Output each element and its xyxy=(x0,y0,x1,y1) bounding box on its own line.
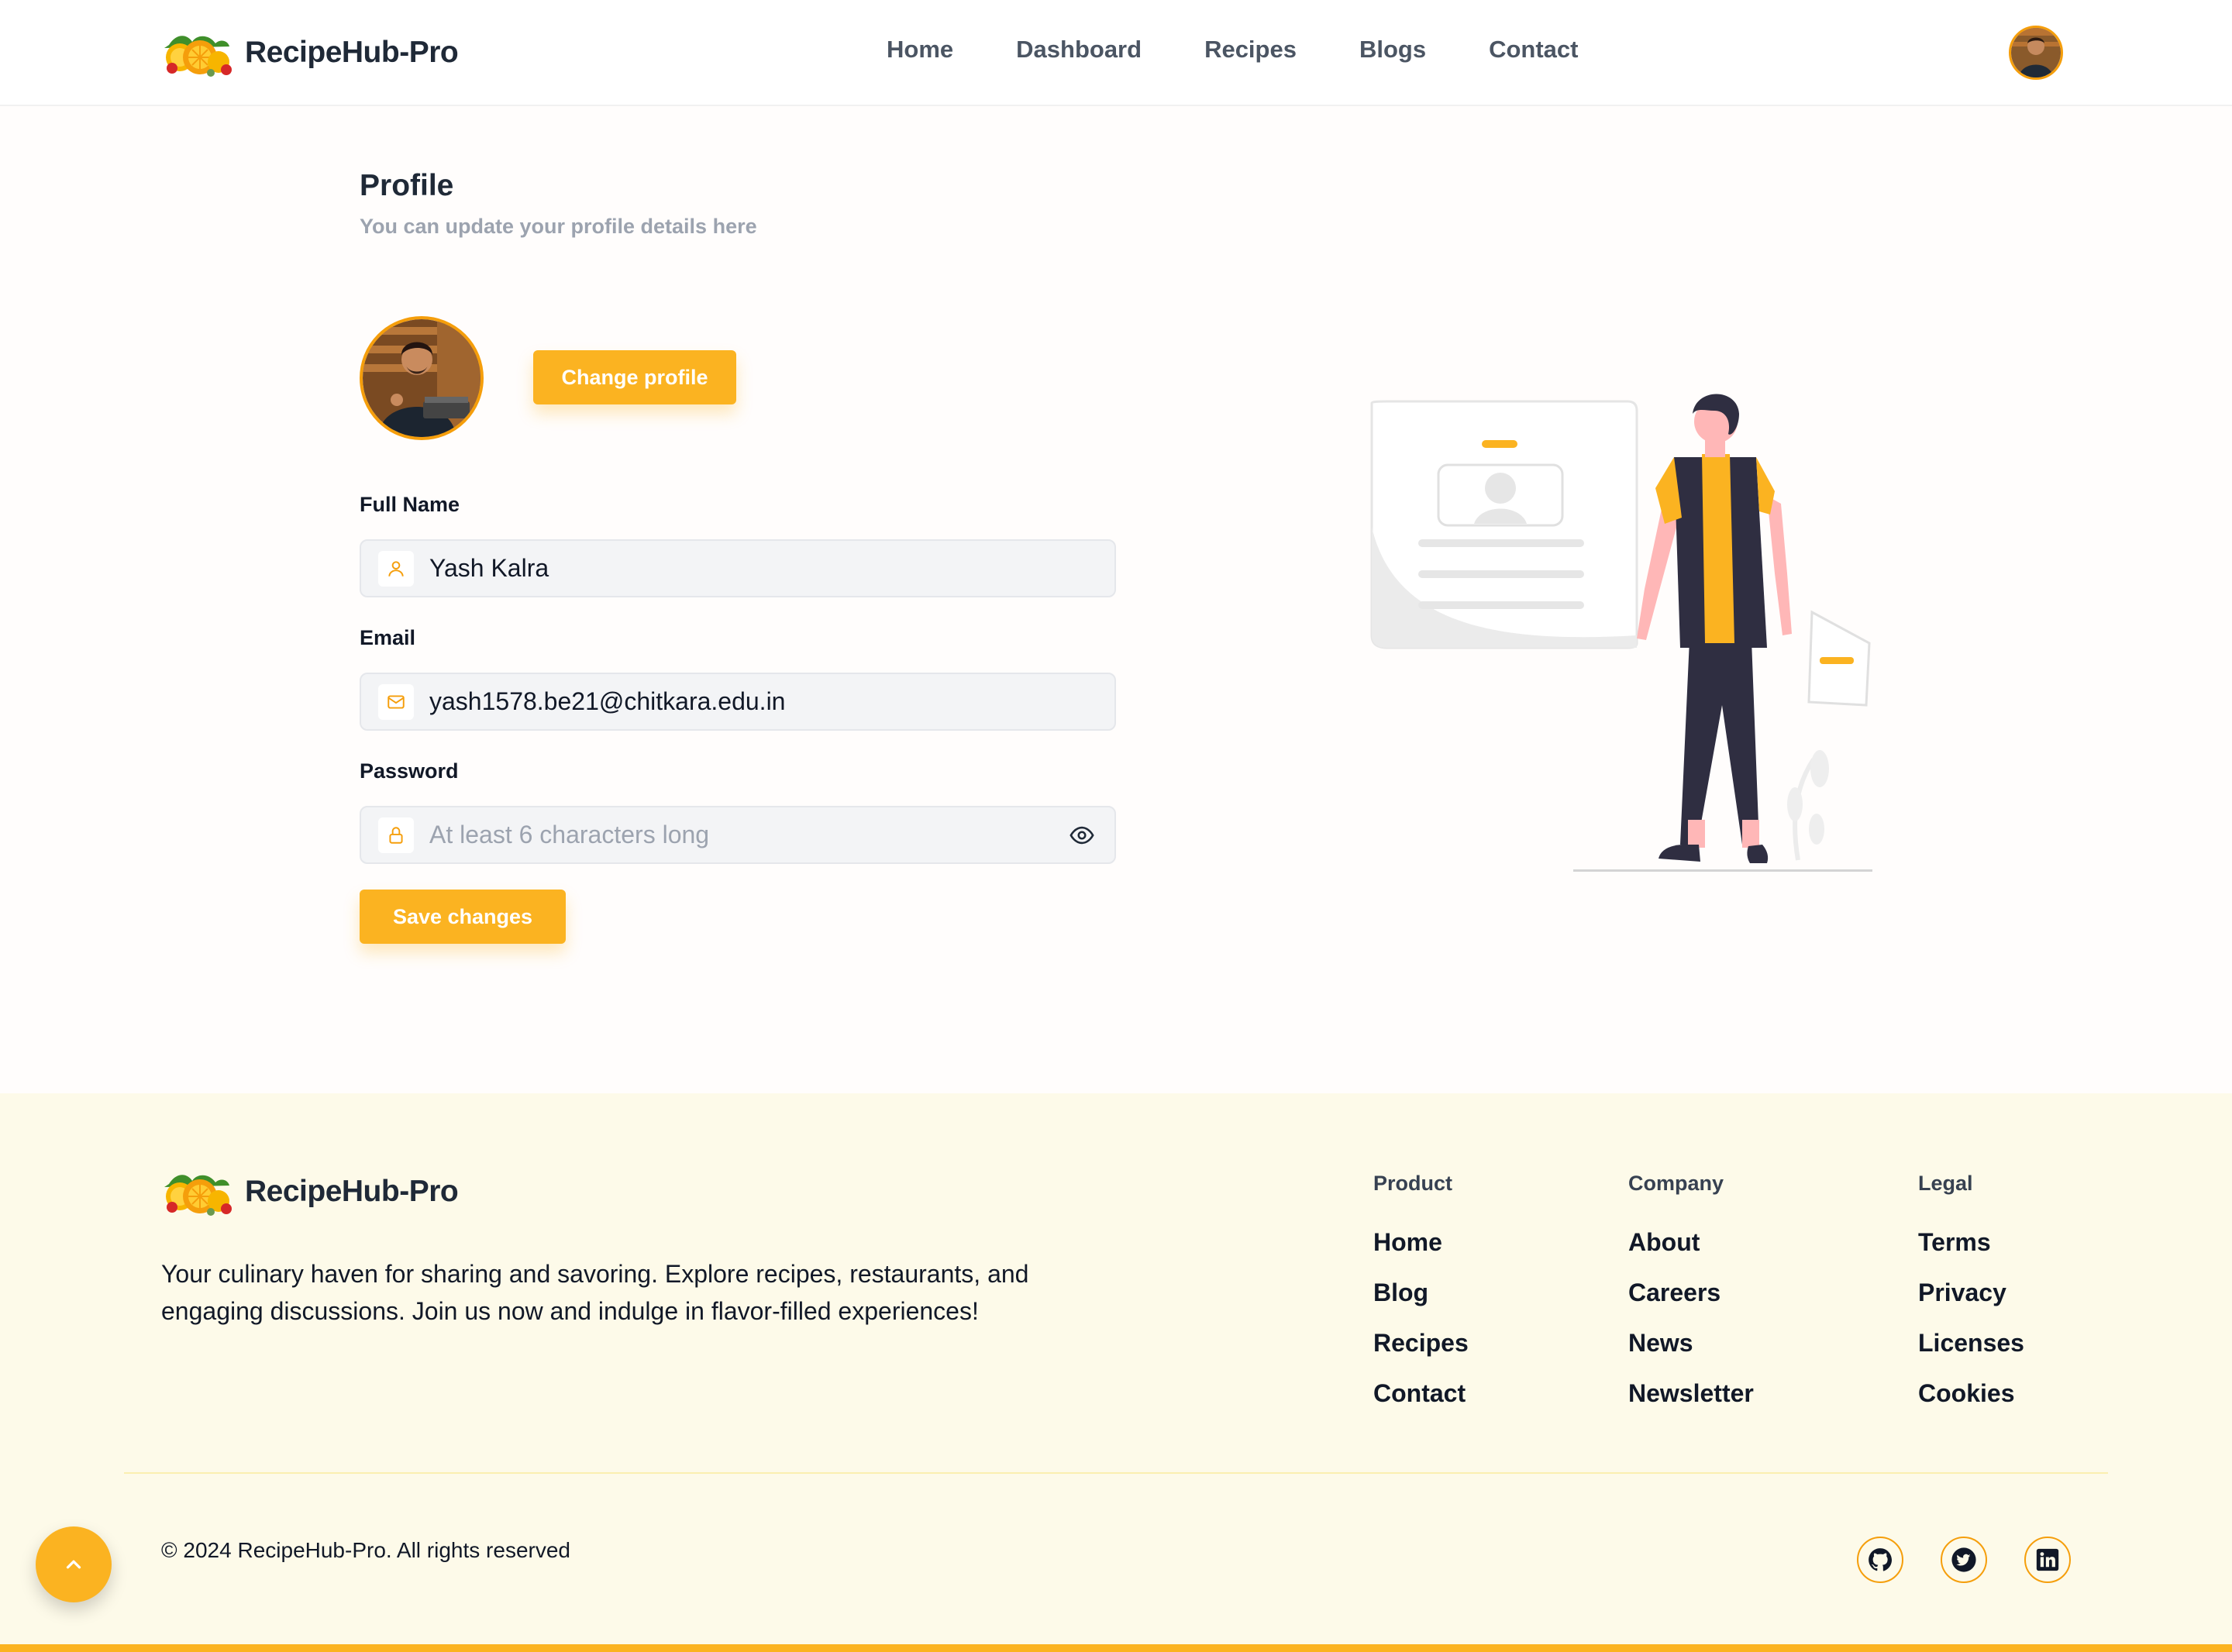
site-header: RecipeHub-Pro Home Dashboard Recipes Blo… xyxy=(0,0,2232,106)
scroll-to-top-button[interactable] xyxy=(36,1526,112,1602)
full-name-input[interactable] xyxy=(429,554,1114,583)
footer-column-title: Company xyxy=(1628,1172,1724,1195)
footer-column-product: Product Home Blog Recipes Contact xyxy=(1373,1172,1469,1430)
page-subtitle: You can update your profile details here xyxy=(360,215,757,238)
fruit-logo-icon xyxy=(164,36,232,77)
email-label: Email xyxy=(360,626,416,649)
twitter-icon[interactable] xyxy=(1941,1537,1987,1583)
full-name-label: Full Name xyxy=(360,493,460,516)
user-avatar-button[interactable] xyxy=(2009,26,2063,80)
lock-icon xyxy=(378,817,414,853)
user-icon xyxy=(378,550,414,587)
profile-avatar xyxy=(360,316,484,440)
footer-column-title: Product xyxy=(1373,1172,1453,1195)
footer-description: Your culinary haven for sharing and savo… xyxy=(161,1260,1029,1325)
nav-home[interactable]: Home xyxy=(887,36,953,64)
change-profile-button[interactable]: Change profile xyxy=(533,350,736,404)
nav-blogs[interactable]: Blogs xyxy=(1359,36,1426,64)
footer-link-home[interactable]: Home xyxy=(1373,1228,1469,1257)
footer-column-company: Company About Careers News Newsletter xyxy=(1628,1172,1754,1430)
social-links xyxy=(1857,1537,2071,1583)
linkedin-icon[interactable] xyxy=(2024,1537,2071,1583)
brand-logo-link[interactable]: RecipeHub-Pro xyxy=(161,28,459,77)
email-field[interactable] xyxy=(360,673,1116,731)
footer-link-privacy[interactable]: Privacy xyxy=(1918,1279,2024,1307)
footer-link-recipes[interactable]: Recipes xyxy=(1373,1329,1469,1358)
footer-link-terms[interactable]: Terms xyxy=(1918,1228,2024,1257)
footer-link-contact[interactable]: Contact xyxy=(1373,1379,1469,1408)
footer-link-about[interactable]: About xyxy=(1628,1228,1754,1257)
fruit-logo-icon xyxy=(164,1175,232,1216)
profile-photo xyxy=(363,319,480,437)
footer-link-blog[interactable]: Blog xyxy=(1373,1279,1469,1307)
chevron-up-icon xyxy=(66,1560,81,1569)
footer-link-newsletter[interactable]: Newsletter xyxy=(1628,1379,1754,1408)
footer-brand[interactable]: RecipeHub-Pro xyxy=(161,1167,459,1217)
nav-recipes[interactable]: Recipes xyxy=(1204,36,1297,64)
footer-link-careers[interactable]: Careers xyxy=(1628,1279,1754,1307)
page-title: Profile xyxy=(360,169,454,202)
nav-contact[interactable]: Contact xyxy=(1489,36,1578,64)
main-nav: Home Dashboard Recipes Blogs Contact xyxy=(887,36,1578,64)
password-field[interactable] xyxy=(360,806,1116,864)
eye-icon[interactable] xyxy=(1066,820,1097,851)
footer-brand-name: RecipeHub-Pro xyxy=(245,1175,459,1208)
email-input[interactable] xyxy=(429,687,1114,716)
save-changes-button[interactable]: Save changes xyxy=(360,890,566,944)
nav-dashboard[interactable]: Dashboard xyxy=(1016,36,1142,64)
footer-link-licenses[interactable]: Licenses xyxy=(1918,1329,2024,1358)
copyright-text: © 2024 RecipeHub-Pro. All rights reserve… xyxy=(161,1538,570,1562)
github-icon[interactable] xyxy=(1857,1537,1903,1583)
user-avatar-image xyxy=(2011,28,2061,77)
brand-name: RecipeHub-Pro xyxy=(245,36,459,69)
mail-icon xyxy=(378,683,414,720)
full-name-field[interactable] xyxy=(360,539,1116,597)
footer-link-news[interactable]: News xyxy=(1628,1329,1754,1358)
footer-link-cookies[interactable]: Cookies xyxy=(1918,1379,2024,1408)
profile-illustration xyxy=(1370,394,1872,872)
footer-column-legal: Legal Terms Privacy Licenses Cookies xyxy=(1918,1172,2024,1430)
footer-column-title: Legal xyxy=(1918,1172,1973,1195)
footer-accent-bar xyxy=(0,1644,2232,1652)
password-label: Password xyxy=(360,759,459,783)
footer-divider xyxy=(124,1472,2108,1474)
password-input[interactable] xyxy=(429,821,1066,849)
